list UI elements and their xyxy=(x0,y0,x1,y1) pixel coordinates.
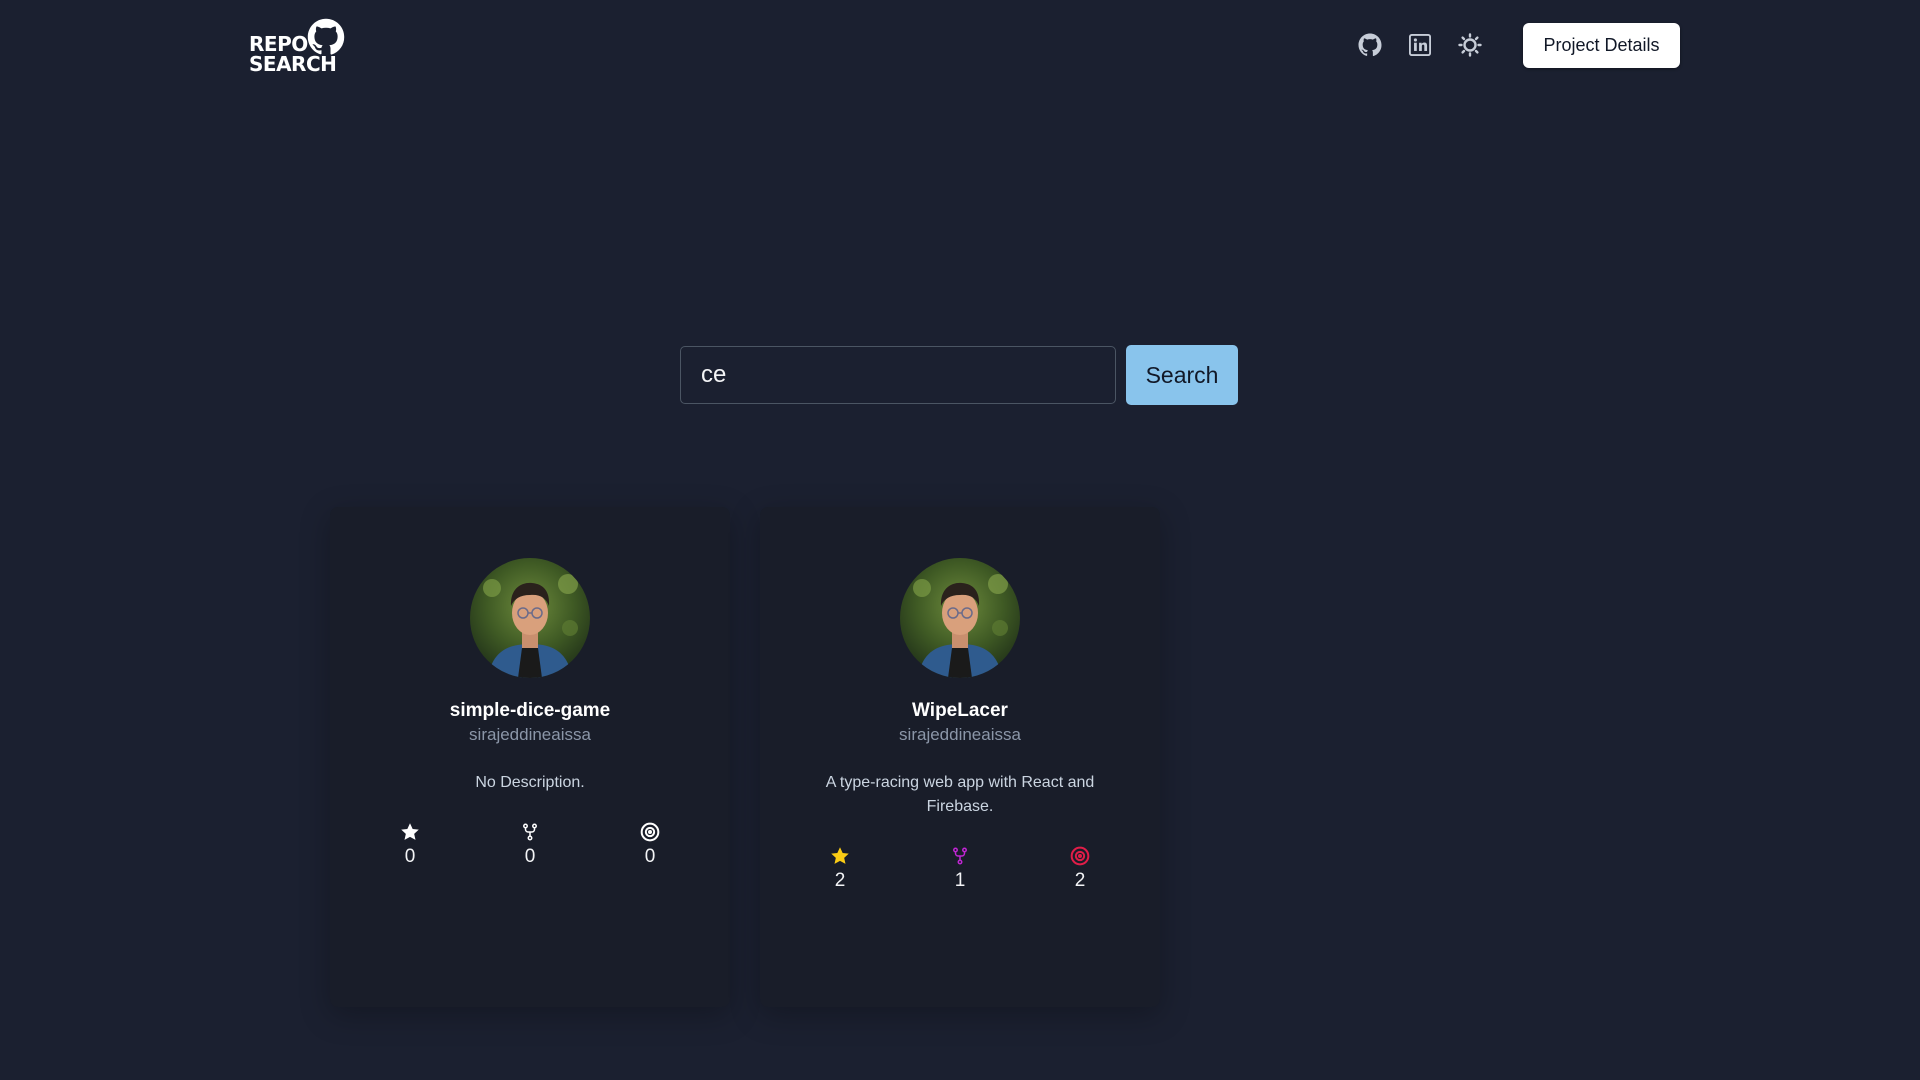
logo-text-search: SEARCH xyxy=(249,52,337,76)
stars-stat: 0 xyxy=(370,821,450,868)
forks-stat: 0 xyxy=(490,821,570,868)
repo-description: A type-racing web app with React and Fir… xyxy=(825,774,1095,815)
forks-stat: 1 xyxy=(920,845,1000,892)
repo-results-list: simple-dice-game sirajeddineaissa No Des… xyxy=(330,507,1190,1007)
repo-name[interactable]: WipeLacer xyxy=(760,700,1160,722)
repo-card[interactable]: simple-dice-game sirajeddineaissa No Des… xyxy=(330,507,730,1007)
repo-owner: sirajeddineaissa xyxy=(899,725,1021,744)
stars-stat: 2 xyxy=(800,845,880,892)
issues-count: 0 xyxy=(644,846,656,867)
issue-target-icon xyxy=(639,821,661,843)
github-cat-logo-icon xyxy=(307,18,345,55)
search-button[interactable]: Search xyxy=(1126,345,1238,405)
forks-count: 0 xyxy=(524,846,536,867)
star-icon xyxy=(399,821,421,843)
repo-owner: sirajeddineaissa xyxy=(469,725,591,744)
linkedin-icon[interactable] xyxy=(1406,31,1434,59)
repo-name[interactable]: simple-dice-game xyxy=(330,700,730,722)
forks-count: 1 xyxy=(954,870,966,891)
issues-count: 2 xyxy=(1074,870,1086,891)
repo-stats: 0 0 0 xyxy=(370,821,690,868)
issue-target-icon xyxy=(1069,845,1091,867)
repo-description: No Description. xyxy=(475,774,585,791)
stars-count: 0 xyxy=(404,846,416,867)
fork-icon xyxy=(519,821,541,843)
repo-search-logo[interactable]: REPO SEARCH xyxy=(249,18,345,76)
owner-avatar xyxy=(900,558,1020,678)
project-details-button[interactable]: Project Details xyxy=(1523,23,1680,68)
owner-avatar xyxy=(470,558,590,678)
issues-stat: 2 xyxy=(1040,845,1120,892)
theme-toggle-sun-icon[interactable] xyxy=(1456,31,1484,59)
stars-count: 2 xyxy=(834,870,846,891)
search-bar: Search xyxy=(680,345,1238,405)
repo-stats: 2 1 2 xyxy=(800,845,1120,892)
top-navbar: REPO SEARCH Project Details xyxy=(0,0,1920,92)
github-icon[interactable] xyxy=(1356,31,1384,59)
star-icon xyxy=(829,845,851,867)
issues-stat: 0 xyxy=(610,821,690,868)
fork-icon xyxy=(949,845,971,867)
nav-icons xyxy=(1356,31,1484,59)
search-input[interactable] xyxy=(680,346,1116,404)
repo-card[interactable]: WipeLacer sirajeddineaissa A type-racing… xyxy=(760,507,1160,1007)
